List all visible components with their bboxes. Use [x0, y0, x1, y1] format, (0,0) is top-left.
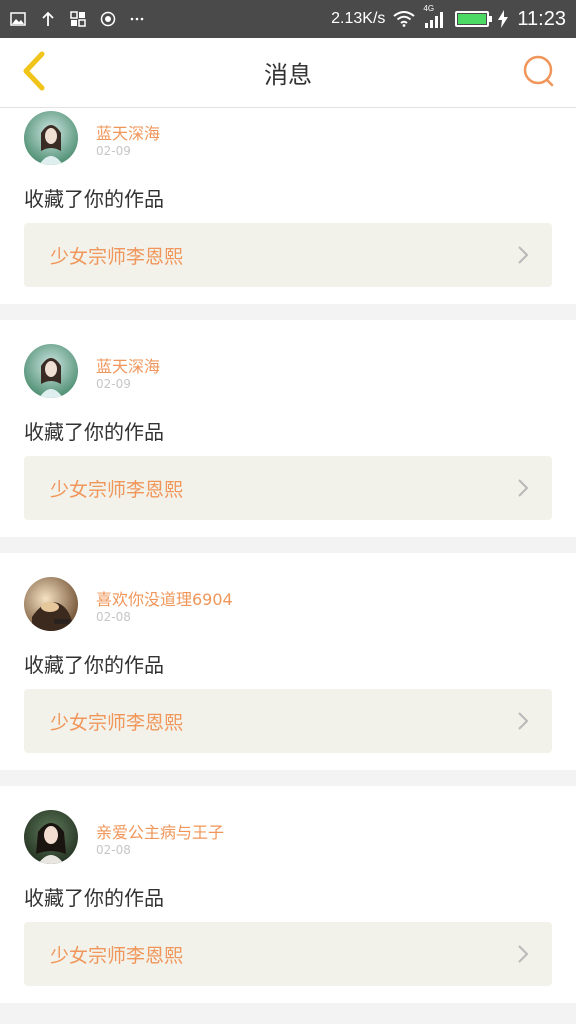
more-dots-icon — [130, 16, 144, 22]
action-text: 收藏了你的作品 — [24, 653, 164, 677]
image-icon — [10, 12, 26, 26]
avatar[interactable] — [24, 111, 78, 165]
search-icon — [522, 54, 556, 92]
charging-icon — [497, 10, 509, 28]
wifi-icon — [393, 11, 416, 27]
action-text: 收藏了你的作品 — [24, 187, 164, 211]
work-title: 少女宗师李恩熙 — [50, 944, 184, 967]
message-date: 02-09 — [96, 377, 131, 391]
user-name[interactable]: 亲爱公主病与王子 — [96, 819, 224, 843]
work-link[interactable]: 少女宗师李恩熙 — [24, 922, 552, 986]
work-link[interactable]: 少女宗师李恩熙 — [24, 689, 552, 753]
work-link[interactable]: 少女宗师李恩熙 — [24, 456, 552, 520]
network-speed: 2.13K/s — [331, 10, 386, 27]
message-date: 02-09 — [96, 144, 131, 158]
avatar[interactable] — [24, 810, 78, 864]
avatar[interactable] — [24, 577, 78, 631]
apps-icon — [70, 11, 86, 27]
status-left-icons — [10, 11, 144, 27]
chevron-right-icon — [516, 478, 530, 498]
message-card: 蓝天深海 02-09 收藏了你的作品 少女宗师李恩熙 — [0, 320, 576, 537]
message-date: 02-08 — [96, 843, 131, 857]
status-bar: 2.13K/s 4G 11:23 — [0, 0, 576, 38]
battery-level-fill — [458, 14, 487, 24]
work-link[interactable]: 少女宗师李恩熙 — [24, 223, 552, 287]
work-title: 少女宗师李恩熙 — [50, 711, 184, 734]
chevron-left-icon — [20, 51, 48, 95]
work-title: 少女宗师李恩熙 — [50, 478, 184, 501]
chevron-right-icon — [516, 711, 530, 731]
clock: 11:23 — [517, 7, 566, 30]
message-card: 亲爱公主病与王子 02-08 收藏了你的作品 少女宗师李恩熙 — [0, 786, 576, 1003]
action-text: 收藏了你的作品 — [24, 886, 164, 910]
signal-icon: 4G — [423, 4, 447, 28]
message-list: 蓝天深海 02-09 收藏了你的作品 少女宗师李恩熙 蓝天深海 02-09 收藏… — [0, 108, 576, 1019]
message-date: 02-08 — [96, 610, 131, 624]
back-button[interactable] — [12, 51, 56, 95]
avatar[interactable] — [24, 344, 78, 398]
chevron-right-icon — [516, 245, 530, 265]
user-name[interactable]: 喜欢你没道理6904 — [96, 586, 233, 610]
user-name[interactable]: 蓝天深海 — [96, 120, 160, 144]
work-title: 少女宗师李恩熙 — [50, 245, 184, 268]
battery-icon — [455, 11, 493, 27]
nav-bar: 消息 — [0, 38, 576, 108]
upload-icon — [40, 11, 56, 27]
action-text: 收藏了你的作品 — [24, 420, 164, 444]
message-card: 喜欢你没道理6904 02-08 收藏了你的作品 少女宗师李恩熙 — [0, 553, 576, 770]
chevron-right-icon — [516, 944, 530, 964]
user-name[interactable]: 蓝天深海 — [96, 353, 160, 377]
page-title: 消息 — [264, 61, 312, 89]
search-button[interactable] — [518, 52, 560, 94]
status-right-icons: 2.13K/s 4G 11:23 — [331, 4, 566, 31]
message-card: 蓝天深海 02-09 收藏了你的作品 少女宗师李恩熙 — [0, 108, 576, 304]
signal-type: 4G — [423, 4, 435, 13]
record-icon — [100, 11, 116, 27]
